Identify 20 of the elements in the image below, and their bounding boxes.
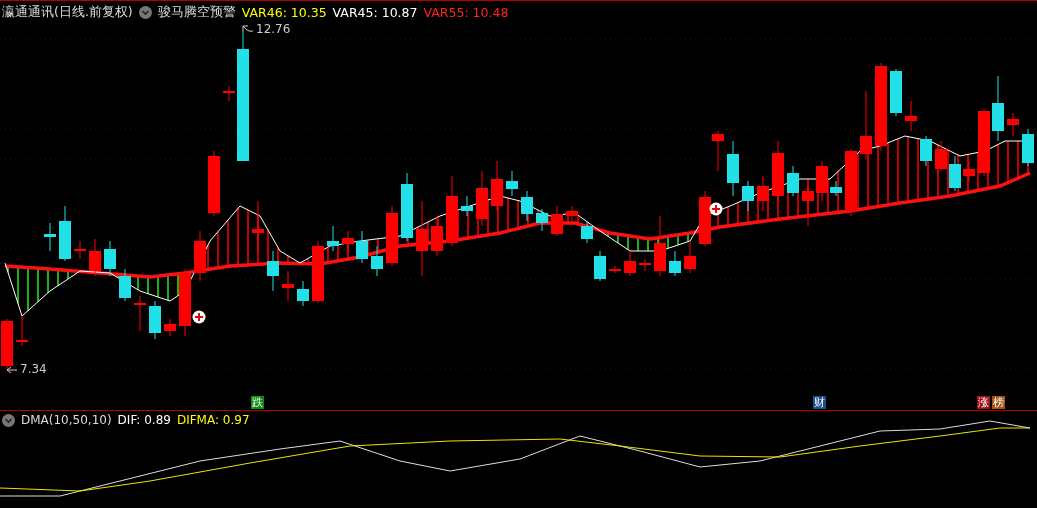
- indicator-value: VAR45: 10.87: [332, 4, 418, 20]
- indicator-value: VAR46: 10.35: [241, 4, 327, 20]
- indicator-title: DMA(10,50,10): [21, 413, 112, 427]
- indicator-name: 骏马腾空预警: [157, 3, 236, 21]
- dropdown-icon[interactable]: [138, 5, 152, 19]
- stock-title: 瀛通通讯(日线.前复权): [2, 3, 133, 21]
- indicator-value: VAR55: 10.48: [423, 4, 509, 20]
- indicator-value: DIF: 0.89: [117, 413, 171, 427]
- plus-circle-icon: [192, 310, 206, 324]
- price-label: 7.34: [20, 362, 47, 376]
- indicator-value: DIFMA: 0.97: [176, 413, 250, 427]
- event-badge[interactable]: 涨: [977, 396, 990, 409]
- price-label: 12.76: [256, 22, 291, 36]
- arrow-left-icon: [6, 364, 18, 374]
- event-badge[interactable]: 财: [813, 396, 826, 409]
- plus-circle-icon: [709, 202, 723, 216]
- event-badge[interactable]: 榜: [992, 396, 1005, 409]
- dropdown-icon[interactable]: [2, 413, 15, 427]
- arrow-up-left-icon: [242, 24, 254, 34]
- event-badge[interactable]: 跌: [251, 396, 264, 409]
